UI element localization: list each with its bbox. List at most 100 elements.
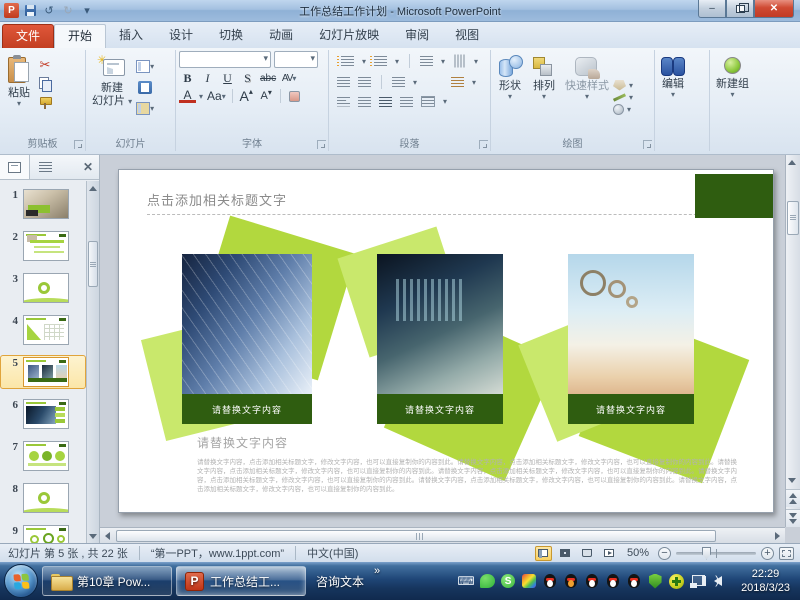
tab-transitions[interactable]: 切换 (206, 24, 256, 48)
tab-file[interactable]: 文件 (2, 24, 54, 48)
tab-review[interactable]: 审阅 (392, 24, 442, 48)
scroll-down-button[interactable] (786, 473, 798, 487)
format-painter-button[interactable] (36, 94, 54, 111)
cut-button[interactable]: ✂ (36, 56, 54, 73)
shape-fill-button[interactable]: ▾ (613, 80, 633, 91)
align-center-button[interactable] (358, 97, 371, 107)
image-caption[interactable]: 请替换文字内容 (568, 394, 694, 424)
next-slide-button[interactable] (786, 509, 800, 527)
copy-button[interactable] (36, 75, 54, 92)
slide-sorter-button[interactable] (557, 546, 574, 561)
convert-smartart-button[interactable] (421, 96, 435, 107)
scrollbar-thumb[interactable] (88, 241, 98, 287)
close-button[interactable]: ✕ (754, 0, 794, 18)
minimize-button[interactable]: – (698, 0, 726, 18)
scroll-left-button[interactable] (100, 528, 115, 543)
start-button[interactable] (4, 564, 38, 598)
qq-icon-2[interactable] (563, 573, 579, 589)
slide-canvas[interactable]: 点击添加相关标题文字 请替换文字内容 请替换文字内容 (118, 169, 774, 513)
columns-button[interactable] (392, 77, 405, 87)
line-spacing-button[interactable] (420, 56, 433, 66)
slides-view-tab[interactable] (0, 155, 30, 179)
text-direction-button[interactable] (455, 55, 465, 68)
slide-thumbnail-1[interactable]: 1 (0, 187, 86, 221)
antivirus-shield-icon[interactable] (647, 573, 663, 589)
align-left-button[interactable] (337, 97, 350, 107)
toolbar-overflow-chevron[interactable]: » (374, 565, 380, 577)
bullets-button[interactable] (341, 56, 354, 66)
strikethrough-button[interactable]: abc (259, 70, 277, 86)
fit-to-window-button[interactable] (779, 547, 794, 560)
slide-thumbnail-7[interactable]: 7 (0, 439, 86, 473)
tab-home[interactable]: 开始 (54, 24, 106, 48)
zoom-slider-thumb[interactable] (702, 547, 711, 560)
qq-icon-3[interactable] (584, 573, 600, 589)
tab-slideshow[interactable]: 幻灯片放映 (306, 24, 392, 48)
arrange-button[interactable]: 排列 ▾ (527, 52, 561, 136)
align-text-button[interactable] (451, 77, 464, 87)
scrollbar-thumb[interactable] (787, 201, 799, 235)
paragraph-dialog-launcher-icon[interactable] (479, 140, 488, 149)
editing-button[interactable]: 编辑 ▾ (657, 54, 689, 138)
scroll-up-button[interactable] (786, 155, 798, 169)
taskbar-toolbar-label[interactable]: 咨询文本 (310, 573, 370, 590)
slide-thumbnail-4[interactable]: 4 (0, 313, 86, 347)
photo-gears-hand[interactable] (568, 254, 694, 394)
numbering-button[interactable] (374, 56, 387, 66)
photo-staircase[interactable] (182, 254, 312, 394)
horizontal-scrollbar[interactable] (100, 527, 785, 543)
text-shadow-button[interactable]: S (239, 70, 256, 86)
drawing-dialog-launcher-icon[interactable] (643, 140, 652, 149)
slide-thumbnail-6[interactable]: 6 (0, 397, 86, 431)
italic-button[interactable]: I (199, 70, 216, 86)
section-button[interactable]: ▾ (136, 100, 154, 117)
zoom-in-button[interactable]: + (761, 547, 774, 560)
photo-mouse-hand[interactable] (377, 254, 503, 394)
scroll-right-button[interactable] (770, 528, 785, 543)
shape-effects-button[interactable]: ▾ (613, 104, 633, 115)
tab-design[interactable]: 设计 (156, 24, 206, 48)
tab-insert[interactable]: 插入 (106, 24, 156, 48)
body-heading[interactable]: 请替换文字内容 (197, 434, 288, 451)
slideshow-button[interactable] (601, 546, 618, 561)
new-slide-button[interactable]: ✳ 新建 幻灯片 ▾ (88, 52, 136, 136)
slide-number-status[interactable]: 幻灯片 第 5 张 , 共 22 张 (0, 545, 132, 561)
reading-view-button[interactable] (579, 546, 596, 561)
image-card-1[interactable]: 请替换文字内容 (182, 254, 312, 424)
slide-thumbnail-2[interactable]: 2 (0, 229, 86, 263)
slide-thumbnail-9[interactable]: 9 (0, 523, 86, 543)
outline-view-tab[interactable] (30, 155, 60, 179)
theme-status[interactable]: “第一PPT，www.1ppt.com” (147, 545, 288, 561)
font-name-combo[interactable] (179, 51, 271, 68)
messenger-icon[interactable]: S (500, 573, 516, 589)
image-caption[interactable]: 请替换文字内容 (377, 394, 503, 424)
scrollbar-thumb[interactable] (116, 530, 716, 542)
bold-button[interactable]: B (179, 70, 196, 86)
layout-button[interactable]: ▾ (136, 58, 154, 75)
volume-icon[interactable] (710, 573, 726, 589)
panel-close-button[interactable]: ✕ (77, 160, 99, 174)
restore-button[interactable] (726, 0, 754, 18)
clear-formatting-button[interactable] (286, 88, 303, 104)
image-caption[interactable]: 请替换文字内容 (182, 394, 312, 424)
justify-button[interactable] (400, 97, 413, 107)
quick-styles-button[interactable]: 快速样式 ▾ (561, 52, 613, 136)
shapes-button[interactable]: 形状 ▾ (493, 52, 527, 136)
tab-animations[interactable]: 动画 (256, 24, 306, 48)
align-right-button[interactable] (379, 97, 392, 107)
clipboard-dialog-launcher-icon[interactable] (74, 140, 83, 149)
taskbar-clock[interactable]: 22:29 2018/3/23 (735, 567, 796, 595)
qq-icon-5[interactable] (626, 573, 642, 589)
shrink-font-button[interactable]: A▾ (258, 88, 275, 104)
normal-view-button[interactable] (535, 546, 552, 561)
reset-button[interactable] (136, 79, 154, 96)
tim-icon[interactable] (521, 573, 537, 589)
slide-thumbnail-3[interactable]: 3 (0, 271, 86, 305)
underline-button[interactable]: U (219, 70, 236, 86)
change-case-button[interactable]: Aa▾ (206, 88, 227, 104)
paste-button[interactable]: 粘贴 ▾ (2, 52, 36, 136)
increase-indent-button[interactable] (358, 77, 371, 87)
slide-title-placeholder[interactable]: 点击添加相关标题文字 (147, 190, 287, 209)
health-plus-icon[interactable] (668, 573, 684, 589)
vertical-scrollbar[interactable] (785, 155, 800, 527)
